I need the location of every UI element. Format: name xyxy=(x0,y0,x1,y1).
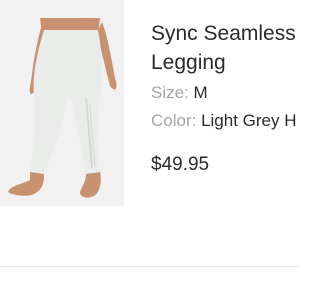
size-value: M xyxy=(193,83,208,102)
color-value: Light Grey H xyxy=(201,111,297,130)
product-title-line-2: Legging xyxy=(151,51,226,74)
size-label: Size: xyxy=(151,83,194,102)
product-price: $49.95 xyxy=(151,154,210,175)
size-row: Size: M xyxy=(151,81,300,105)
cart-item-card: Sync Seamless H Legging Size: M Color: L… xyxy=(0,0,300,300)
product-image[interactable] xyxy=(0,0,124,206)
product-title-line-1: Sync Seamless H xyxy=(151,22,300,45)
color-row: Color: Light Grey H xyxy=(151,109,300,133)
product-title[interactable]: Sync Seamless H Legging xyxy=(151,19,300,77)
legging-illustration xyxy=(0,0,124,206)
product-info: Sync Seamless H Legging Size: M Color: L… xyxy=(151,19,300,178)
color-label: Color: xyxy=(151,111,202,130)
divider xyxy=(0,266,300,267)
